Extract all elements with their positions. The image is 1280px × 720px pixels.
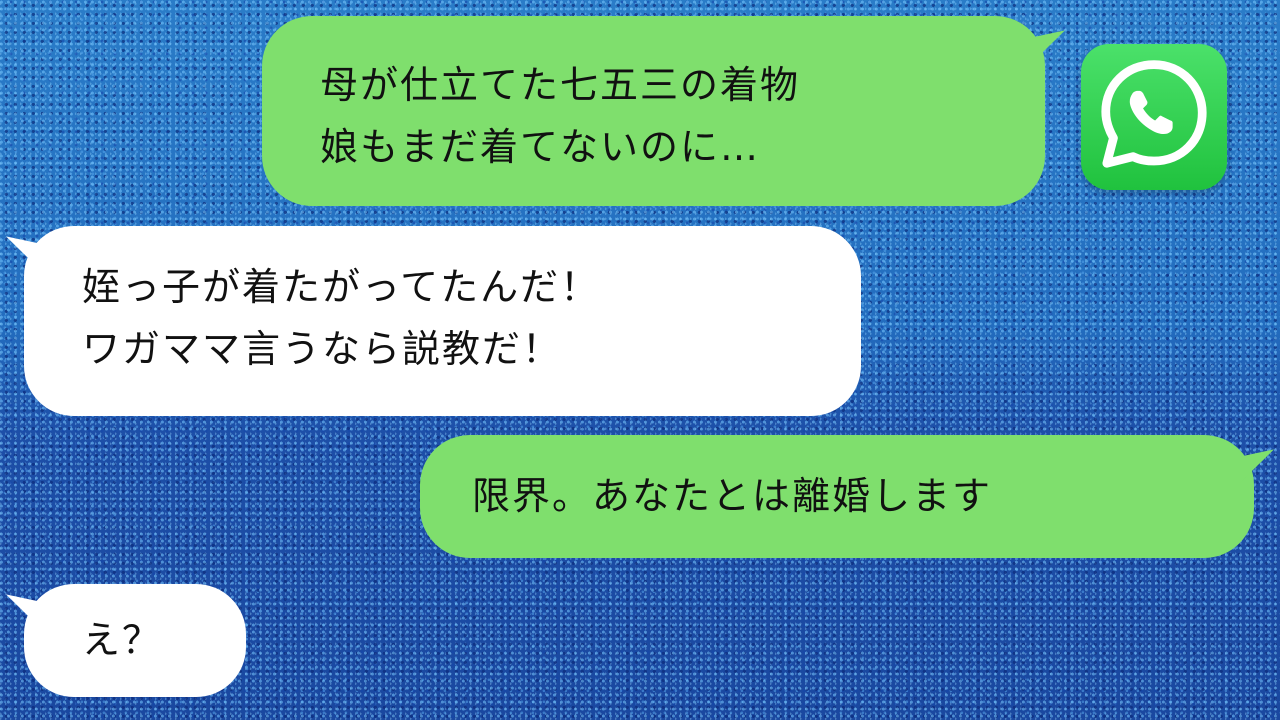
sent-message-bubble: 母が仕立てた七五三の着物 娘もまだ着てないのに… [262,16,1045,206]
message-text: ワガママ言うなら説教だ！ [82,327,563,371]
message-text: 限界。あなたとは離婚します [472,474,993,518]
message-text: 母が仕立てた七五三の着物 [320,63,801,107]
message-text: 姪っ子が着たがってたんだ！ [82,265,601,309]
received-message-bubble: 姪っ子が着たがってたんだ！ ワガママ言うなら説教だ！ [24,226,861,416]
message-text: え？ [82,618,163,662]
received-message-bubble: え？ [24,584,246,697]
message-text: 娘もまだ着てないのに… [320,125,761,169]
whatsapp-icon [1081,44,1227,190]
whatsapp-logo-glyph [1101,60,1207,168]
sent-message-bubble: 限界。あなたとは離婚します [420,435,1254,558]
